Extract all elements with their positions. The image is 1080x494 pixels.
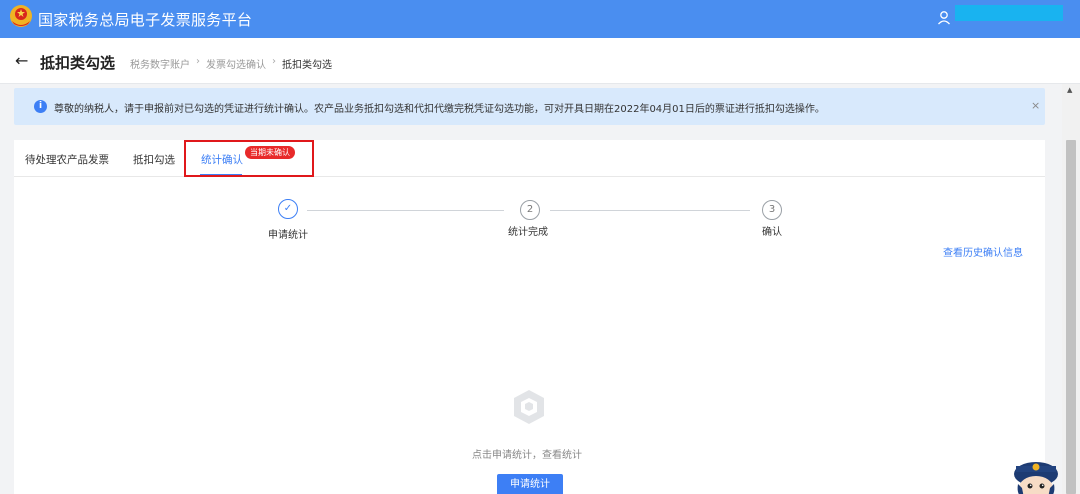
breadcrumb-item-confirm[interactable]: 发票勾选确认 xyxy=(206,56,266,71)
scrollbar[interactable]: ▲ xyxy=(1062,84,1080,494)
step-1-check-icon: ✓ xyxy=(278,199,298,219)
platform-title: 国家税务总局电子发票服务平台 xyxy=(38,11,253,29)
scroll-up-icon[interactable]: ▲ xyxy=(1067,86,1072,94)
empty-box-icon xyxy=(514,390,544,424)
info-icon: i xyxy=(34,100,47,113)
breadcrumb-separator-icon: › xyxy=(272,56,276,67)
step-2-label: 统计完成 xyxy=(508,227,548,238)
breadcrumb-separator-icon: › xyxy=(196,56,200,67)
top-navbar: 国家税务总局电子发票服务平台 xyxy=(0,0,1080,38)
highlight-box xyxy=(184,140,314,177)
step-3-marker: 3 xyxy=(762,200,782,220)
assistant-mascot-icon[interactable] xyxy=(1010,458,1062,494)
apply-statistics-button[interactable]: 申请统计 xyxy=(497,474,563,494)
tab-pending-agri-invoices[interactable]: 待处理农产品发票 xyxy=(25,152,109,167)
main-card: 待处理农产品发票 抵扣勾选 统计确认 当期未确认 ✓ 2 3 申请统计 统计完成… xyxy=(14,140,1045,494)
history-confirm-link[interactable]: 查看历史确认信息 xyxy=(943,244,1023,259)
user-icon[interactable] xyxy=(937,10,951,26)
breadcrumb-item-account[interactable]: 税务数字账户 xyxy=(130,56,190,71)
step-2-marker: 2 xyxy=(520,200,540,220)
tax-emblem-icon xyxy=(10,5,32,27)
tab-bar: 待处理农产品发票 抵扣勾选 统计确认 当期未确认 xyxy=(14,140,1045,177)
empty-state-text: 点击申请统计，查看统计 xyxy=(472,450,582,461)
step-1-label: 申请统计 xyxy=(268,230,308,241)
step-connector xyxy=(550,210,750,211)
notice-banner: i 尊敬的纳税人，请于申报前对已勾选的凭证进行统计确认。农产品业务抵扣勾选和代扣… xyxy=(14,88,1045,125)
scrollbar-thumb[interactable] xyxy=(1066,140,1076,494)
notice-text: 尊敬的纳税人，请于申报前对已勾选的凭证进行统计确认。农产品业务抵扣勾选和代扣代缴… xyxy=(54,104,825,115)
breadcrumb: 税务数字账户 › 发票勾选确认 › 抵扣类勾选 xyxy=(130,56,332,71)
user-name-field[interactable] xyxy=(955,5,1063,21)
back-arrow-icon[interactable]: ← xyxy=(15,51,28,70)
close-icon[interactable]: × xyxy=(1031,99,1040,112)
tab-deduction-select[interactable]: 抵扣勾选 xyxy=(133,152,175,167)
step-connector xyxy=(307,210,504,211)
page-header: ← 抵扣类勾选 税务数字账户 › 发票勾选确认 › 抵扣类勾选 xyxy=(0,38,1080,84)
page-title: 抵扣类勾选 xyxy=(40,54,116,72)
breadcrumb-item-current: 抵扣类勾选 xyxy=(282,60,332,71)
step-3-label: 确认 xyxy=(762,227,782,238)
